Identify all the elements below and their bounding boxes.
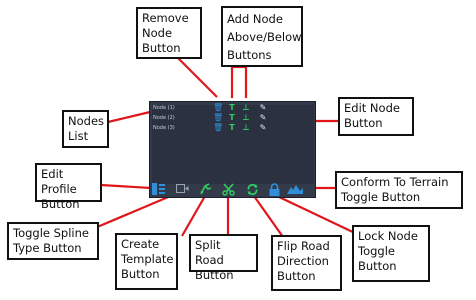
node-name: Node (2) xyxy=(153,115,175,121)
pencil-icon[interactable]: ✎ xyxy=(259,124,267,132)
conform-terrain-label-text: Conform To Terrain Toggle Button xyxy=(341,175,449,204)
remove-node-callout-line xyxy=(177,57,218,98)
remove-node-label: Remove Node Button xyxy=(136,7,202,59)
edit-node-label: Edit Node Button xyxy=(338,97,414,136)
toggle-spline-label-text: Toggle Spline Type Button xyxy=(13,226,89,255)
trash-icon[interactable]: 🗑 xyxy=(213,104,223,112)
toggle-spline-label: Toggle Spline Type Button xyxy=(7,222,99,260)
node-name: Node (3) xyxy=(153,125,175,131)
create-template-label-text: Create Template Button xyxy=(121,237,174,281)
trash-icon[interactable]: 🗑 xyxy=(213,114,223,122)
create-template-callout-line xyxy=(181,195,206,237)
lock-node-label-text: Lock Node Toggle Button xyxy=(358,229,418,273)
add-node-above-icon[interactable]: T xyxy=(228,104,236,112)
remove-node-label-text: Remove Node Button xyxy=(142,11,189,55)
edit-profile-icon[interactable] xyxy=(151,183,165,196)
edit-profile-callout-line xyxy=(100,183,152,190)
edit-profile-label: Edit Profile Button xyxy=(35,163,102,211)
nodes-list-callout-line xyxy=(107,110,151,124)
add-node-below-icon[interactable]: ⊥ xyxy=(242,114,250,122)
node-name: Node (1) xyxy=(153,105,175,111)
create-template-label: Create Template Button xyxy=(115,233,178,290)
flip-road-label-text: Flip Road Direction Button xyxy=(277,239,330,283)
flip-road-label: Flip Road Direction Button xyxy=(271,235,342,291)
add-node-label-text: Add Node Above/Below Buttons xyxy=(227,12,302,62)
lock-node-label: Lock Node Toggle Button xyxy=(352,225,430,282)
pencil-icon[interactable]: ✎ xyxy=(259,104,267,112)
flip-direction-icon[interactable] xyxy=(245,183,259,196)
spline-type-icon[interactable] xyxy=(175,183,189,196)
pencil-icon[interactable]: ✎ xyxy=(259,114,267,122)
trash-icon[interactable]: 🗑 xyxy=(213,124,223,132)
create-template-icon[interactable] xyxy=(198,183,212,196)
nodes-list-label-text: Nodes List xyxy=(68,114,105,143)
flip-road-callout-line xyxy=(253,195,284,238)
edit-node-label-text: Edit Node Button xyxy=(344,101,400,130)
conform-terrain-label: Conform To Terrain Toggle Button xyxy=(335,171,463,209)
add-node-above-icon[interactable]: T xyxy=(228,114,236,122)
add-node-above-icon[interactable]: T xyxy=(228,124,236,132)
add-node-below-icon[interactable]: ⊥ xyxy=(242,104,250,112)
split-road-label: Split Road Button xyxy=(189,234,258,282)
terrain-icon[interactable] xyxy=(287,183,303,196)
lock-icon[interactable] xyxy=(267,183,281,196)
add-node-below-icon[interactable]: ⊥ xyxy=(242,124,250,132)
edit-profile-label-text: Edit Profile Button xyxy=(41,167,80,211)
add-node-label: Add Node Above/Below Buttons xyxy=(221,6,303,67)
nodes-list-label: Nodes List xyxy=(62,110,109,148)
scissors-icon[interactable] xyxy=(221,183,235,196)
split-road-label-text: Split Road Button xyxy=(195,238,234,282)
